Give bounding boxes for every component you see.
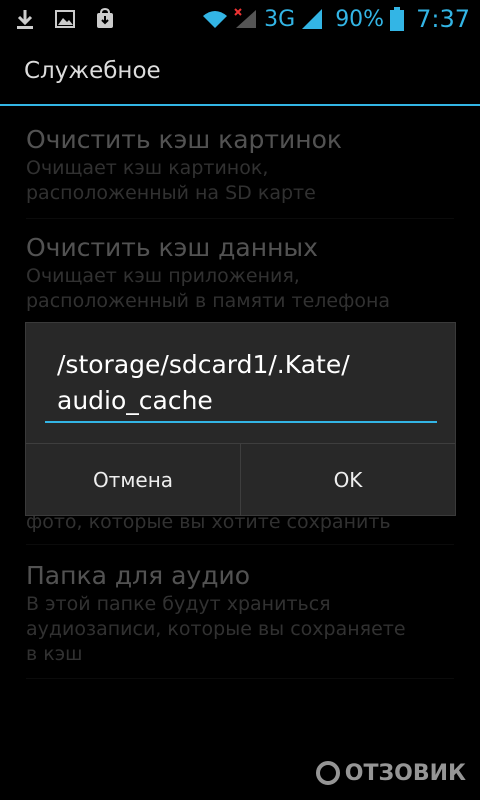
page-title: Служебное <box>24 58 161 84</box>
network-type: 3G <box>264 6 296 32</box>
store-icon <box>97 8 113 28</box>
clock: 7:37 <box>416 5 470 33</box>
watermark-text: ОТЗОВИК <box>344 760 466 786</box>
status-bar: 3G 90% 7:37 <box>0 0 480 38</box>
battery-icon <box>390 7 405 31</box>
dialog-button-bar: Отмена OK <box>26 443 455 516</box>
signal-icon <box>302 9 323 29</box>
signal-no-sim-icon <box>234 8 257 28</box>
watermark: ОТЗОВИК <box>315 760 466 786</box>
image-icon <box>55 10 75 28</box>
download-icon <box>17 10 33 29</box>
input-text-line: audio_cache <box>57 386 213 415</box>
folder-path-input[interactable]: /storage/sdcard1/.Kate/ audio_cache <box>45 347 437 423</box>
cancel-button[interactable]: Отмена <box>26 444 240 516</box>
action-bar: Служебное <box>0 38 480 106</box>
folder-path-dialog: /storage/sdcard1/.Kate/ audio_cache Отме… <box>25 322 456 516</box>
wifi-icon <box>203 11 228 28</box>
battery-percent: 90% <box>335 6 385 32</box>
ok-button[interactable]: OK <box>240 444 455 516</box>
input-text-line: /storage/sdcard1/.Kate/ <box>57 350 350 379</box>
watermark-logo-icon <box>315 761 340 785</box>
